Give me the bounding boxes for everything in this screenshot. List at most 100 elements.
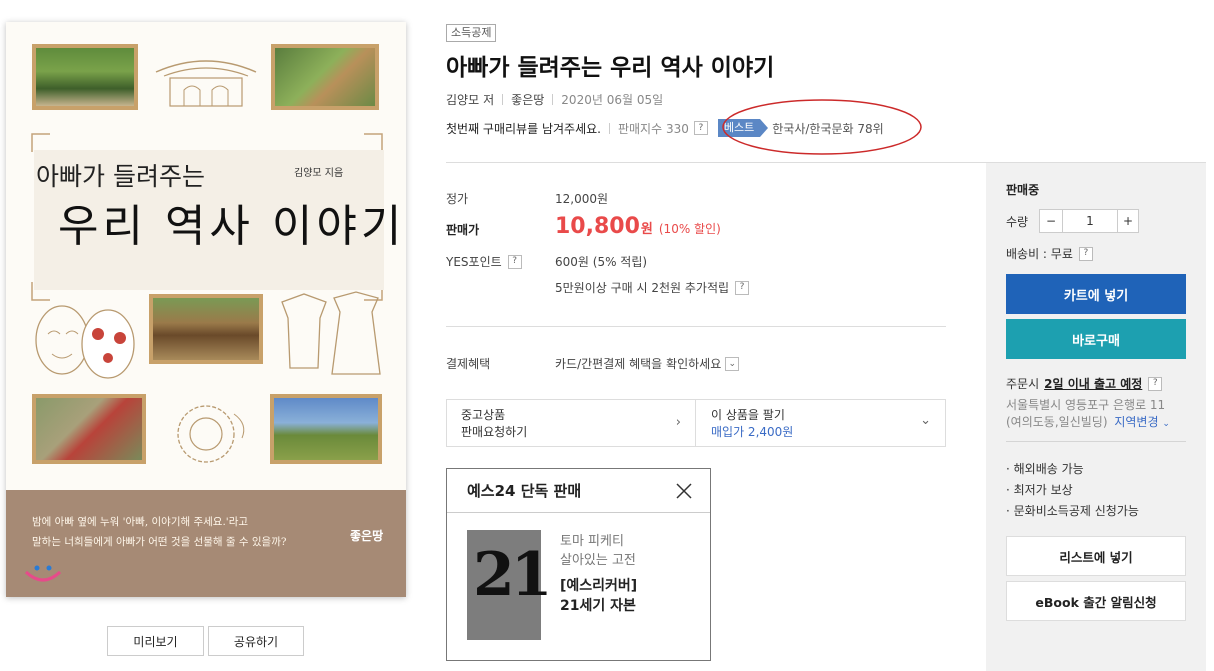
smile-logo-icon [24,565,62,582]
cover-band-line1: 밤에 아빠 옆에 누워 '아빠, 이야기해 주세요.'라고 [32,516,249,528]
quantity-increase-button[interactable]: + [1117,209,1139,233]
highlight-circle-annotation [722,99,922,155]
chevron-down-icon[interactable]: ⌄ [725,356,740,371]
author-link[interactable]: 김양모 [446,91,479,108]
sale-price-value: 10,800 [555,214,640,239]
book-meta: 김양모 저 좋은땅 2020년 06월 05일 [446,91,663,108]
exclusive-header: 예스24 단독 판매 [447,469,710,513]
delivery-address-line1: 서울특별시 영등포구 은행로 11 [1006,398,1166,412]
discount-rate: (10% 할인) [658,222,721,236]
chevron-down-icon: ⌄ [1162,419,1170,429]
payment-benefit[interactable]: 카드/간편결제 혜택을 확인하세요 [555,355,721,372]
feature-item: · 최저가 보상 [1006,483,1073,497]
preview-button[interactable]: 미리보기 [107,626,204,656]
book-title: 아빠가 들려주는 우리 역사 이야기 [446,55,775,81]
help-icon[interactable]: ? [507,254,522,269]
divider [608,122,610,134]
divider [502,94,504,105]
sale-price-unit: 원 [640,222,653,237]
book-cover[interactable]: 아빠가 들려주는 김양모 지음 우리 역사 이야기 밤에 아빠 옆에 누워 '아… [6,22,406,597]
feature-item: · 해외배송 가능 [1006,462,1084,476]
help-icon[interactable]: ? [693,121,708,135]
exclusive-title2[interactable]: 21세기 자본 [560,595,636,615]
points-label: YES포인트 [446,255,502,269]
feature-text: 최저가 보상 [1013,483,1073,497]
cover-title-big: 우리 역사 이야기 [58,201,406,252]
exclusive-sub2: 살아있는 고전 [560,553,636,568]
quantity-label: 수량 [1006,215,1029,229]
payment-label: 결제혜택 [446,357,491,371]
chevron-right-icon: › [675,415,681,430]
shipping-fee: 배송비 : 무료 [1006,247,1073,261]
extra-points-row: 5만원이상 구매 시 2천원 추가적립 ? [555,279,750,296]
exclusive-sub1: 토마 피케티 [560,534,624,549]
used-sell-request[interactable]: 중고상품 판매요청하기 › [447,400,696,446]
points-label-row: YES포인트 ? [446,253,522,270]
divider [552,94,554,105]
order-prefix: 주문시 [1006,377,1040,391]
ebook-alert-button[interactable]: eBook 출간 알림신청 [1006,581,1186,621]
quantity-decrease-button[interactable]: − [1039,209,1063,233]
payment-benefit-row[interactable]: 카드/간편결제 혜택을 확인하세요 ⌄ [555,355,740,372]
delivery-address-line2-row: (여의도동,일신빌딩) 지역변경 ⌄ [1006,413,1170,430]
region-change-link[interactable]: 지역변경 [1114,415,1158,429]
purchase-panel: 판매중 수량 − 1 + 배송비 : 무료 ? 카트에 넣기 바로구매 주문시 … [986,162,1206,671]
add-to-list-button[interactable]: 리스트에 넣기 [1006,536,1186,576]
chevron-down-icon: ⌄ [920,413,931,428]
publisher-logo: 좋은땅 [350,529,384,543]
buy-now-button[interactable]: 바로구매 [1006,319,1186,359]
used-left-line2: 판매요청하기 [461,425,528,439]
exclusive-popup: 예스24 단독 판매 21 토마 피케티 살아있는 고전 [예스리커버] 21세… [446,468,711,661]
list-price-label: 정가 [446,192,469,206]
divider [446,326,946,327]
sell-this-item[interactable]: 이 상품을 팔기 매입가 2,400원 ⌄ [697,400,945,446]
mask-drawing [35,305,135,379]
cover-photo-child [271,44,379,110]
used-left-line1: 중고상품 [461,408,506,422]
exclusive-cover-number: 21 [473,540,552,610]
sale-status: 판매중 [1006,183,1040,197]
exclusive-title: 예스24 단독 판매 [467,482,582,500]
add-to-cart-button[interactable]: 카트에 넣기 [1006,274,1186,314]
exclusive-book-cover[interactable]: 21 [467,530,552,640]
quantity-input[interactable]: 1 [1063,209,1117,233]
cover-photo-palace [149,294,263,364]
list-price: 12,000원 [555,192,609,206]
quantity-stepper: − 1 + [1039,209,1139,233]
sale-price-label: 판매가 [446,223,480,237]
help-icon[interactable]: ? [1078,246,1093,261]
share-button[interactable]: 공유하기 [208,626,304,656]
cover-photo-kid [32,394,146,464]
extra-points: 5만원이상 구매 시 2천원 추가적립 [555,281,730,295]
review-prompt-link[interactable]: 첫번째 구매리뷰를 남겨주세요. [446,120,601,137]
help-icon[interactable]: ? [735,280,750,295]
delivery-eta: 2일 이내 출고 예정 [1044,377,1143,391]
feature-item: · 문화비소득공제 신청가능 [1006,504,1139,518]
help-icon[interactable]: ? [1148,376,1163,391]
lion-mask-drawing [177,405,245,463]
points-value: 600원 (5% 적립) [555,255,648,269]
delivery-estimate: 주문시 2일 이내 출고 예정 ? [1006,375,1163,392]
sale-price: 10,800 원 (10% 할인) [555,214,721,239]
divider [446,162,986,163]
divider [1006,441,1186,442]
used-goods-box: 중고상품 판매요청하기 › 이 상품을 팔기 매입가 2,400원 ⌄ [446,399,946,447]
feature-text: 문화비소득공제 신청가능 [1013,504,1139,518]
delivery-address-line2: (여의도동,일신빌딩) [1006,415,1108,429]
cover-art: 아빠가 들려주는 김양모 지음 우리 역사 이야기 밤에 아빠 옆에 누워 '아… [6,22,406,597]
publisher-link[interactable]: 좋은땅 [511,91,544,108]
publish-date: 2020년 06월 05일 [561,93,664,107]
hanbok-drawing [281,291,381,375]
cover-title-small: 아빠가 들려주는 [36,162,205,191]
cover-photo-field [270,394,382,464]
close-icon[interactable] [674,481,694,501]
cover-author: 김양모 지음 [294,168,344,179]
feature-text: 해외배송 가능 [1013,462,1084,476]
exclusive-title1[interactable]: [예스리커버] [560,575,637,595]
author-suffix: 저 [483,93,495,107]
shipping-row: 배송비 : 무료 ? [1006,245,1093,262]
sales-index: 판매지수 330 [617,121,689,136]
cover-band-line2: 말하는 너희들에게 아빠가 어떤 것을 선물해 줄 수 있을까? [32,536,287,548]
palace-gate-drawing [155,60,257,107]
tax-deduction-badge: 소득공제 [446,24,497,42]
